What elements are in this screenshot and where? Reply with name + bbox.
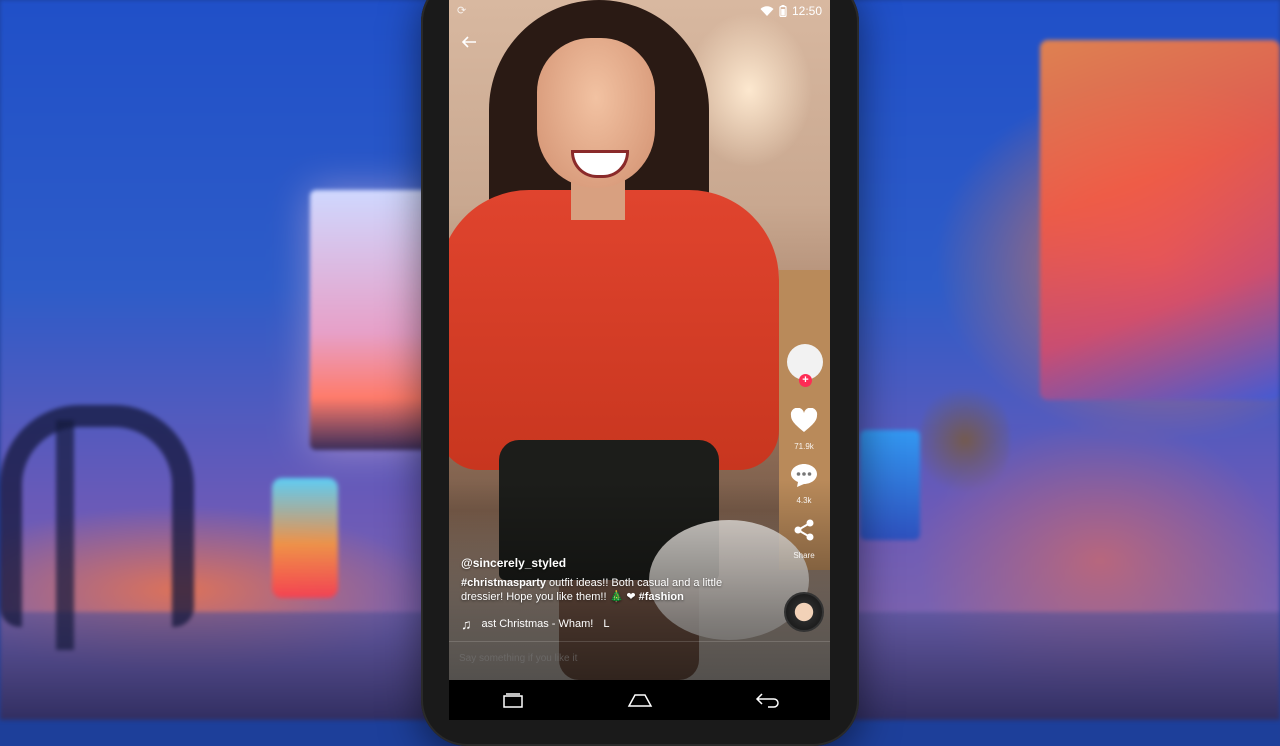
comment-count: 4.3k	[796, 496, 812, 505]
background-tablet	[860, 430, 920, 540]
hashtag-christmasparty[interactable]: #christmasparty	[461, 577, 546, 589]
background-plant	[920, 380, 1010, 500]
back-icon[interactable]	[747, 686, 787, 714]
music-note-icon: ♫	[461, 616, 472, 632]
hashtag-fashion[interactable]: #fashion	[636, 591, 684, 603]
background-phone	[272, 478, 338, 598]
comment-input[interactable]	[457, 652, 761, 665]
background-headphones	[0, 405, 194, 627]
share-label: Share	[793, 551, 815, 560]
video-caption: @sincerely_styled #christmasparty outfit…	[461, 556, 751, 604]
background-monitor	[310, 190, 430, 450]
video-description: #christmasparty outfit ideas!! Both casu…	[461, 576, 751, 604]
rotate-icon: ⟳	[457, 5, 467, 17]
battery-icon	[779, 5, 787, 17]
recent-apps-icon[interactable]	[493, 686, 533, 714]
music-disc-icon[interactable]	[784, 592, 824, 632]
like-button[interactable]: 71.9k	[788, 407, 820, 451]
home-icon[interactable]	[620, 686, 660, 714]
status-time: 12:50	[791, 4, 822, 18]
follow-plus-button[interactable]: +	[799, 374, 812, 387]
comment-button[interactable]: 4.3k	[788, 462, 820, 505]
like-count: 71.9k	[794, 442, 814, 451]
heart-icon	[788, 407, 820, 440]
music-title: ast Christmas - Wham!	[481, 618, 594, 630]
comment-bar	[449, 641, 830, 680]
background-right-screen	[1040, 40, 1280, 400]
wifi-icon	[760, 5, 774, 16]
description-emoji: 🎄 ❤	[609, 591, 636, 603]
status-right: 12:50	[760, 4, 822, 18]
share-icon	[788, 517, 820, 549]
background-headphone-stand	[56, 420, 74, 650]
music-ticker[interactable]: ♫ ast Christmas - Wham! L	[461, 616, 609, 632]
status-bar: ⟳ 12:50	[449, 0, 830, 22]
video-sweater	[449, 190, 779, 470]
creator-username[interactable]: @sincerely_styled	[461, 556, 751, 570]
android-navbar	[449, 680, 830, 720]
share-button[interactable]: Share	[788, 517, 820, 560]
comment-icon	[788, 462, 820, 494]
music-title-next: L	[603, 618, 610, 630]
creator-avatar[interactable]: +	[787, 344, 823, 387]
back-arrow-icon[interactable]	[461, 33, 477, 56]
phone-screen: ⟳ 12:50 + 71.9k 4.3k Share @sincerely_st…	[449, 0, 830, 680]
